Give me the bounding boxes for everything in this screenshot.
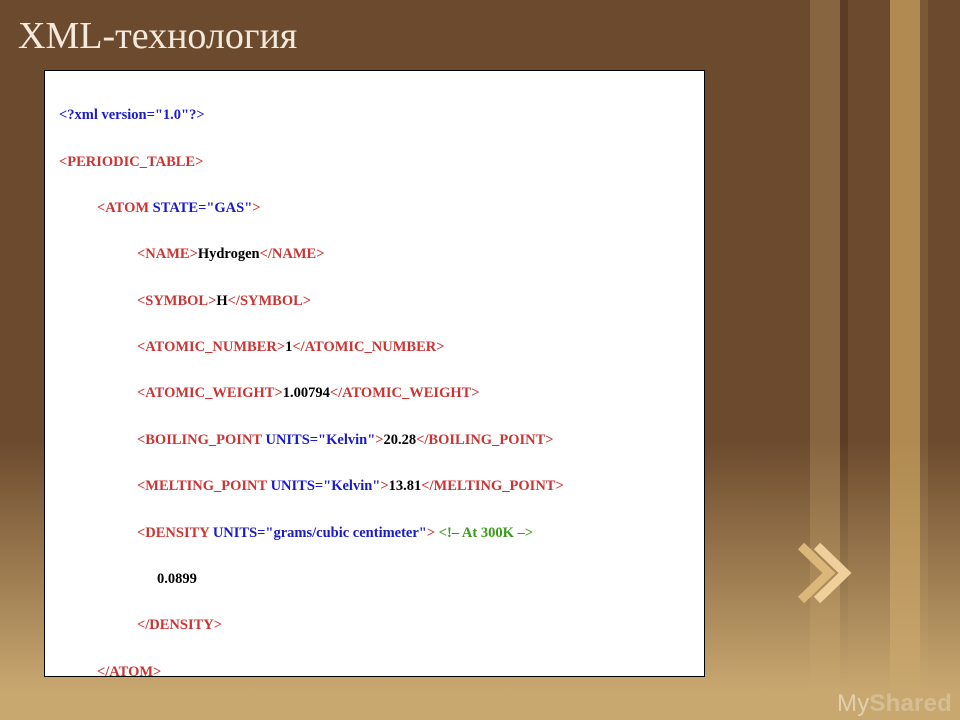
xml-atomic-number: <ATOMIC_NUMBER>1</ATOMIC_NUMBER> — [59, 336, 694, 359]
chevron-right-icon — [785, 538, 855, 608]
xml-boiling-point: <BOILING_POINT UNITS="Kelvin">20.28</BOI… — [59, 429, 694, 452]
xml-atom-close: </ATOM> — [59, 661, 694, 677]
xml-atomic-weight: <ATOMIC_WEIGHT>1.00794</ATOMIC_WEIGHT> — [59, 382, 694, 405]
decor-bar-shadow — [840, 0, 848, 720]
xml-code-block: <?xml version="1.0"?> <PERIODIC_TABLE> <… — [44, 70, 705, 677]
xml-density-value: 0.0899 — [59, 568, 694, 591]
xml-density-open: <DENSITY UNITS="grams/cubic centimeter">… — [59, 522, 694, 545]
watermark-shared: Shared — [869, 690, 952, 717]
decor-bar-shadow — [920, 0, 928, 720]
decor-bar — [890, 0, 920, 720]
xml-density-close: </DENSITY> — [59, 614, 694, 637]
page-title: XML-технология — [18, 14, 297, 58]
xml-name: <NAME>Hydrogen</NAME> — [59, 243, 694, 266]
xml-symbol: <SYMBOL>H</SYMBOL> — [59, 290, 694, 313]
xml-declaration: <?xml version="1.0"?> — [59, 104, 694, 127]
watermark: MyShared — [837, 690, 952, 718]
slide: XML-технология <?xml version="1.0"?> <PE… — [0, 0, 960, 720]
xml-atom-open: <ATOM STATE="GAS"> — [59, 197, 694, 220]
xml-root-open: <PERIODIC_TABLE> — [59, 151, 694, 174]
xml-melting-point: <MELTING_POINT UNITS="Kelvin">13.81</MEL… — [59, 475, 694, 498]
decor-bar — [810, 0, 840, 720]
watermark-my: My — [837, 690, 869, 717]
